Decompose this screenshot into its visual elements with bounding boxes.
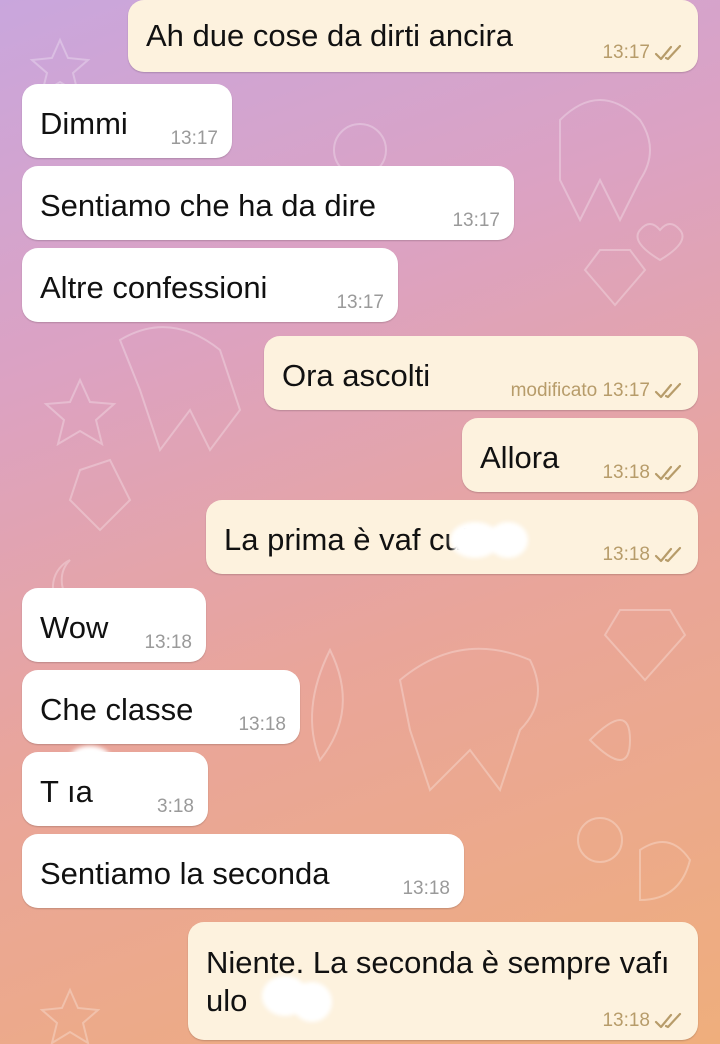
message-bubble-outgoing[interactable]: La prima è vaf culo 13:18 (206, 500, 698, 574)
message-bubble-incoming[interactable]: Wow 13:18 (22, 588, 206, 662)
message-meta: 13:17 (602, 42, 684, 64)
message-time: 13:17 (602, 42, 650, 63)
redaction-blur (68, 746, 112, 776)
message-time: 13:18 (602, 462, 650, 483)
message-text: Che classe (40, 692, 194, 727)
message-time: 13:18 (238, 714, 286, 735)
double-check-icon (654, 464, 682, 481)
double-check-icon (654, 44, 682, 61)
message-bubble-incoming[interactable]: Che classe 13:18 (22, 670, 300, 744)
message-meta: 13:18 (238, 714, 286, 736)
double-check-icon (654, 546, 682, 563)
message-text: Ah due cose da dirti ancira (146, 18, 514, 53)
message-text: Ora ascolti (282, 358, 431, 393)
message-text: T ıa (40, 774, 93, 809)
message-meta: 13:18 (402, 878, 450, 900)
message-bubble-incoming[interactable]: Sentiamo che ha da dire 13:17 (22, 166, 514, 240)
message-bubble-incoming[interactable]: T ıa 3:18 (22, 746, 208, 826)
message-bubble-incoming[interactable]: Altre confessioni 13:17 (22, 248, 398, 322)
message-bubble-incoming[interactable]: Sentiamo la seconda 13:18 (22, 834, 464, 908)
double-check-icon (654, 382, 682, 399)
message-text: La prima è vaf culo (224, 522, 486, 557)
message-bubble-outgoing[interactable]: Niente. La seconda è sempre vafı ulo 13:… (188, 922, 698, 1040)
message-time: 13:17 (170, 128, 218, 149)
message-text: Altre confessioni (40, 270, 268, 305)
message-meta: 13:18 (602, 544, 684, 566)
message-meta: 13:18 (602, 1010, 684, 1032)
message-time: 13:18 (144, 632, 192, 653)
message-text: Sentiamo che ha da dire (40, 188, 377, 223)
redaction-blur (292, 982, 332, 1022)
message-meta: 13:17 (452, 210, 500, 232)
message-time: 3:18 (157, 796, 194, 817)
message-bubble-incoming[interactable]: Dimmi 13:17 (22, 84, 232, 158)
message-meta: 13:18 (144, 632, 192, 654)
message-bubble-outgoing[interactable]: Allora 13:18 (462, 418, 698, 492)
message-text: Allora (480, 440, 560, 475)
message-bubble-outgoing[interactable]: Ah due cose da dirti ancira 13:17 (128, 0, 698, 72)
message-time: modificato 13:17 (510, 380, 650, 401)
message-time: 13:18 (602, 544, 650, 565)
message-meta: 3:18 (157, 796, 194, 818)
message-meta: 13:18 (602, 462, 684, 484)
message-text: Dimmi (40, 106, 128, 141)
message-meta: 13:17 (170, 128, 218, 150)
message-time: 13:18 (402, 878, 450, 899)
message-text: Sentiamo la seconda (40, 856, 330, 891)
message-meta: 13:17 (336, 292, 384, 314)
message-time: 13:17 (452, 210, 500, 231)
message-time: 13:17 (336, 292, 384, 313)
message-bubble-outgoing[interactable]: Ora ascolti modificato 13:17 (264, 336, 698, 410)
message-time: 13:18 (602, 1010, 650, 1031)
double-check-icon (654, 1012, 682, 1029)
message-text: Wow (40, 610, 109, 645)
redaction-blur (488, 522, 528, 558)
message-meta: modificato 13:17 (511, 380, 684, 402)
chat-message-list[interactable]: Ah due cose da dirti ancira 13:17 Dimmi … (0, 0, 720, 1044)
